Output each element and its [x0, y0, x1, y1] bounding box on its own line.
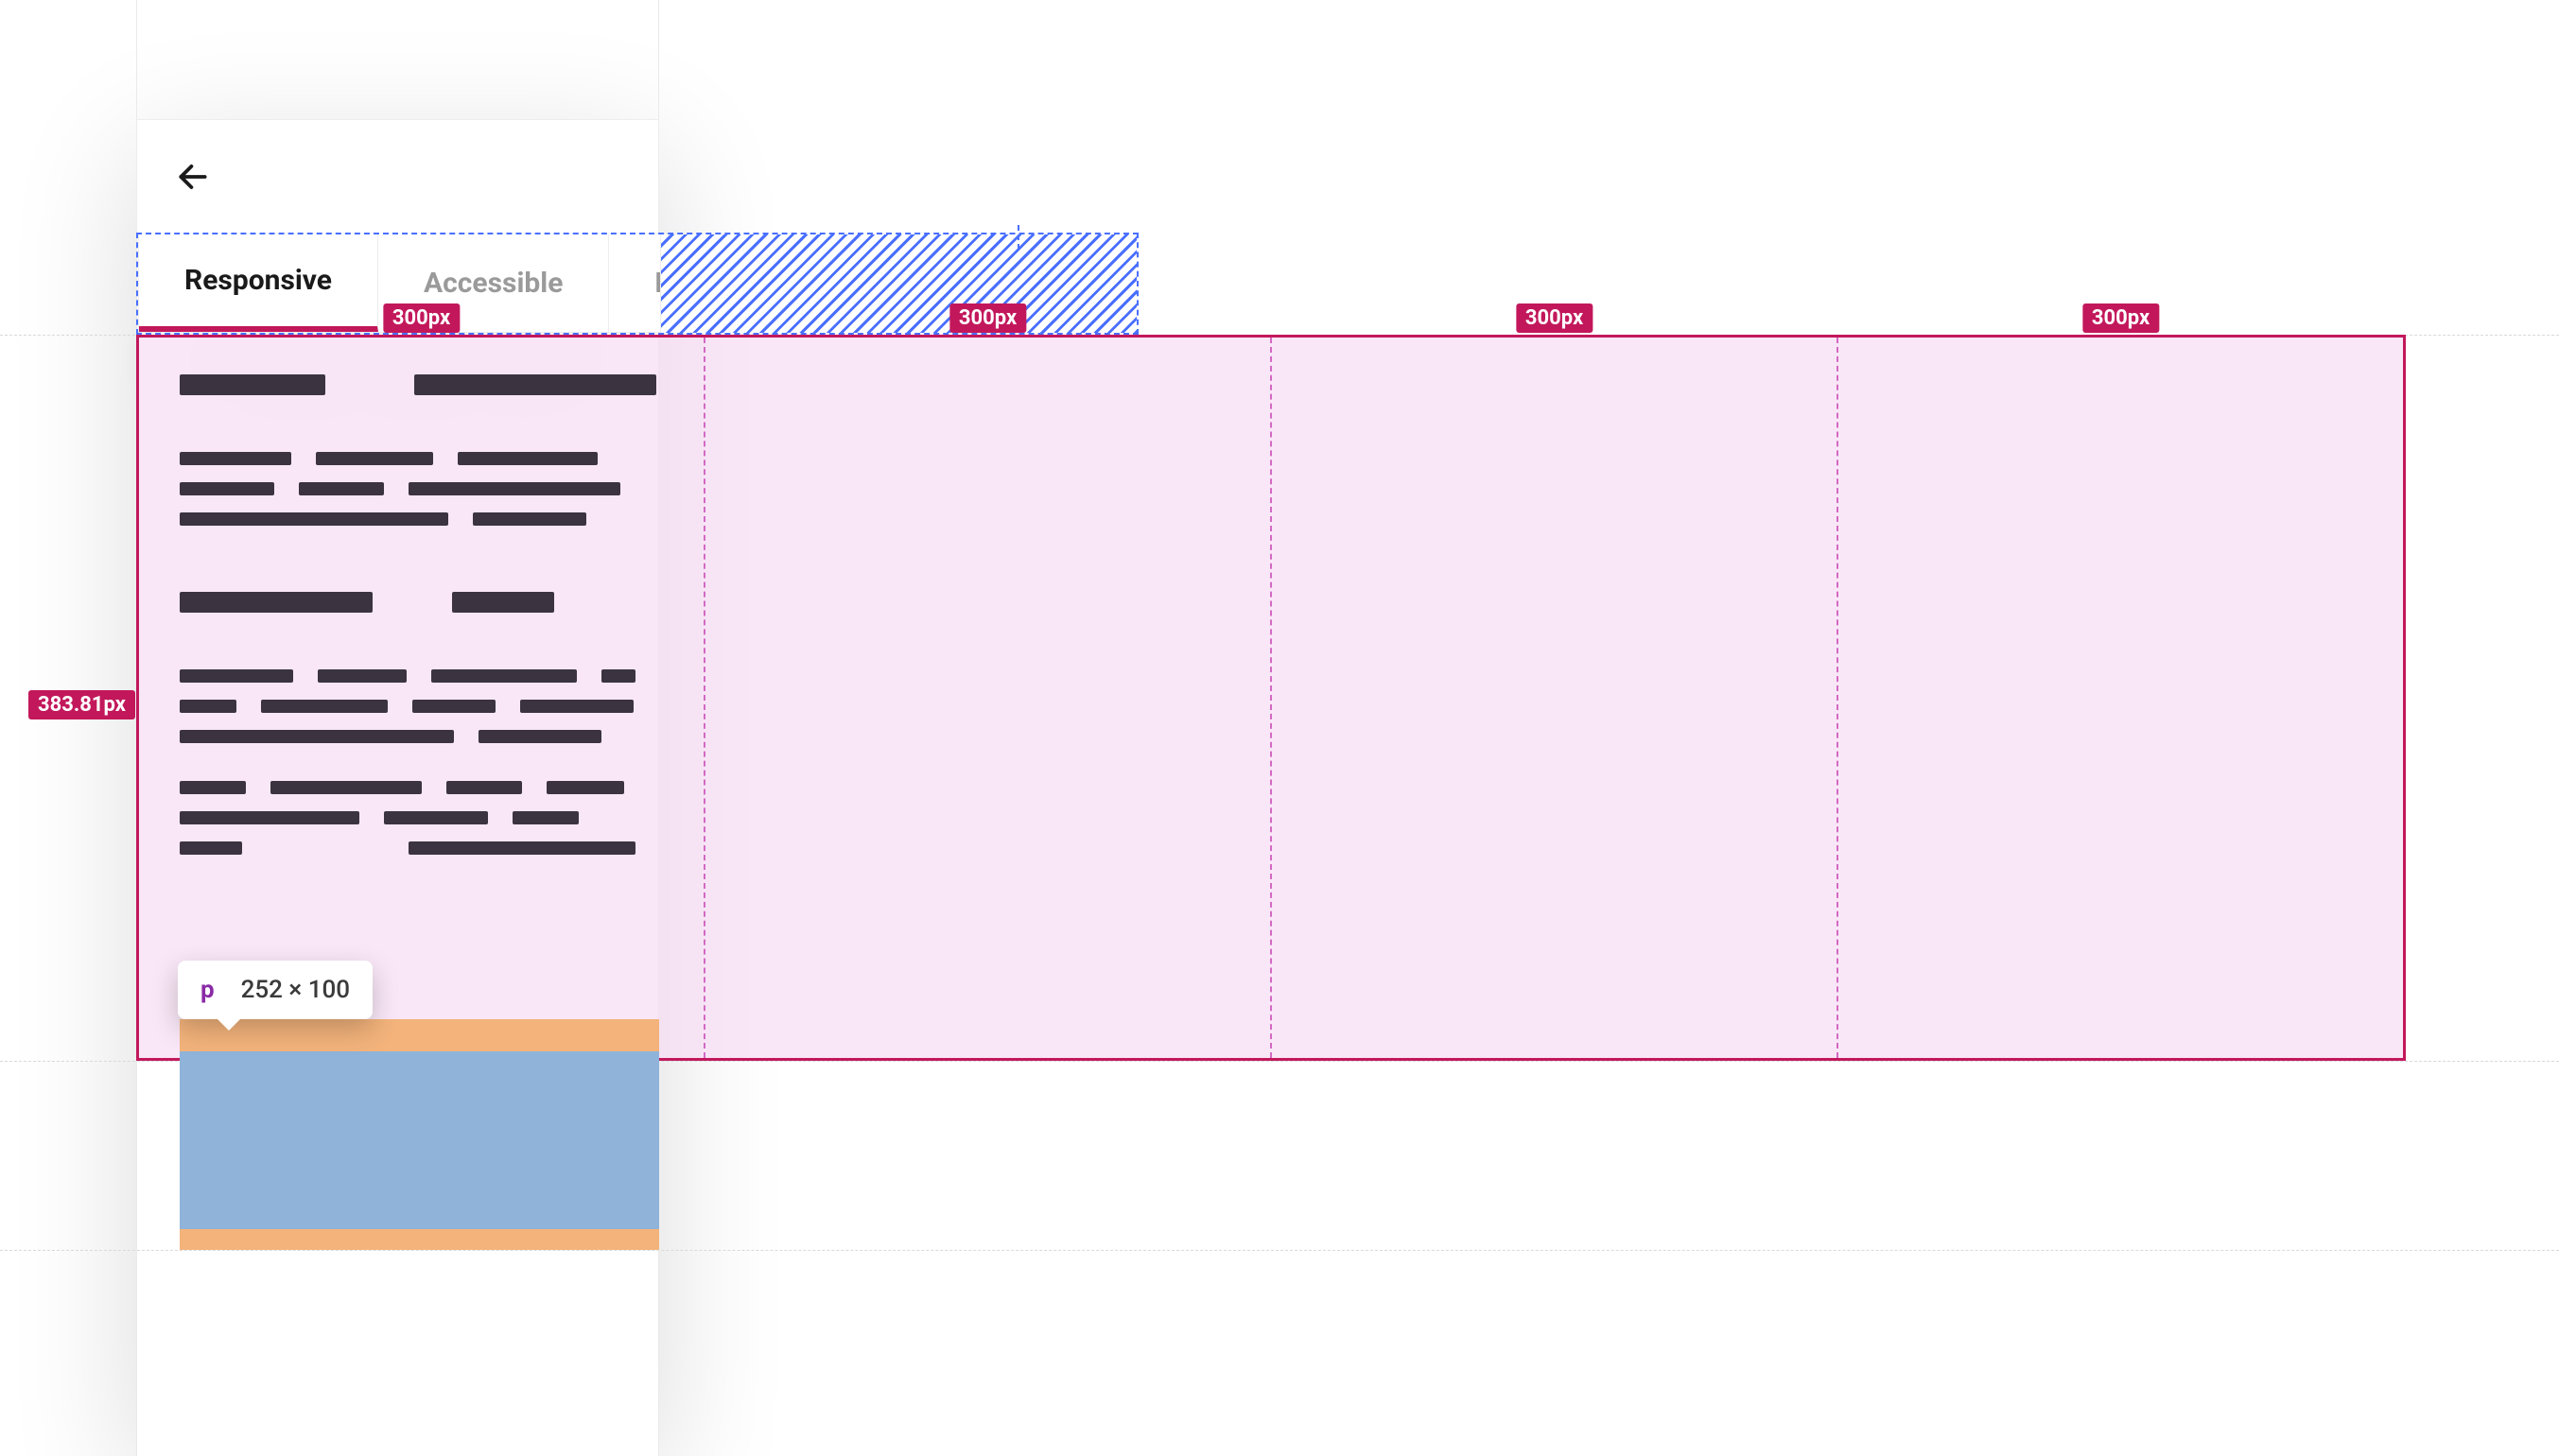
redacted-text	[547, 781, 624, 794]
overflow-hatch	[661, 234, 1137, 333]
redacted-text	[180, 512, 448, 526]
redacted-text	[513, 811, 579, 824]
selected-element-highlight	[180, 1019, 659, 1250]
redacted-text	[261, 700, 388, 713]
redacted-text	[452, 592, 554, 613]
redacted-text	[180, 730, 454, 743]
inspector-tooltip: p 252 × 100	[178, 961, 373, 1019]
card-body	[180, 781, 659, 855]
redacted-text	[384, 811, 488, 824]
guide-line	[0, 1250, 2559, 1251]
back-arrow-icon[interactable]	[175, 159, 211, 195]
redacted-text	[180, 700, 236, 713]
margin-overlay	[180, 1019, 659, 1051]
back-bar	[136, 119, 659, 233]
redacted-text	[601, 669, 635, 683]
overflow-center-tick	[1018, 225, 1019, 250]
column-width-badge: 300px	[2082, 303, 2159, 333]
redacted-text	[414, 374, 656, 395]
tab-horizontal[interactable]: Horizontal	[609, 234, 661, 332]
tooltip-dimensions: 252 × 100	[241, 976, 350, 1004]
tab-responsive[interactable]: Responsive	[139, 234, 378, 332]
redacted-text	[180, 592, 373, 613]
column-width-badge: 300px	[1516, 303, 1593, 333]
content-overlay	[180, 1051, 659, 1229]
content-card	[180, 374, 659, 893]
redacted-text	[431, 669, 577, 683]
column-width-badge: 300px	[383, 303, 460, 333]
redacted-text	[473, 512, 586, 526]
flex-column: 300px	[705, 338, 1272, 1058]
redacted-text	[180, 811, 359, 824]
redacted-text	[299, 482, 384, 495]
redacted-text	[318, 669, 407, 683]
redacted-text	[479, 730, 601, 743]
redacted-text	[458, 452, 598, 465]
flex-column: 300px	[1838, 338, 2403, 1058]
redacted-text	[180, 841, 242, 855]
container-height-badge: 383.81px	[28, 690, 135, 719]
redacted-text	[180, 374, 325, 395]
card-title	[180, 374, 659, 399]
card-title	[180, 592, 659, 616]
flex-column: 300px	[1272, 338, 1838, 1058]
redacted-text	[180, 482, 274, 495]
tooltip-tag: p	[200, 976, 215, 1004]
redacted-text	[412, 700, 496, 713]
redacted-text	[270, 781, 422, 794]
column-width-badge: 300px	[949, 303, 1026, 333]
card-body	[180, 452, 659, 526]
redacted-text	[180, 781, 246, 794]
redacted-text	[316, 452, 433, 465]
margin-overlay	[180, 1229, 659, 1250]
redacted-text	[446, 781, 522, 794]
card-body	[180, 669, 659, 743]
redacted-text	[180, 669, 293, 683]
redacted-text	[180, 452, 291, 465]
redacted-text	[409, 482, 620, 495]
redacted-text	[520, 700, 634, 713]
redacted-text	[409, 841, 635, 855]
